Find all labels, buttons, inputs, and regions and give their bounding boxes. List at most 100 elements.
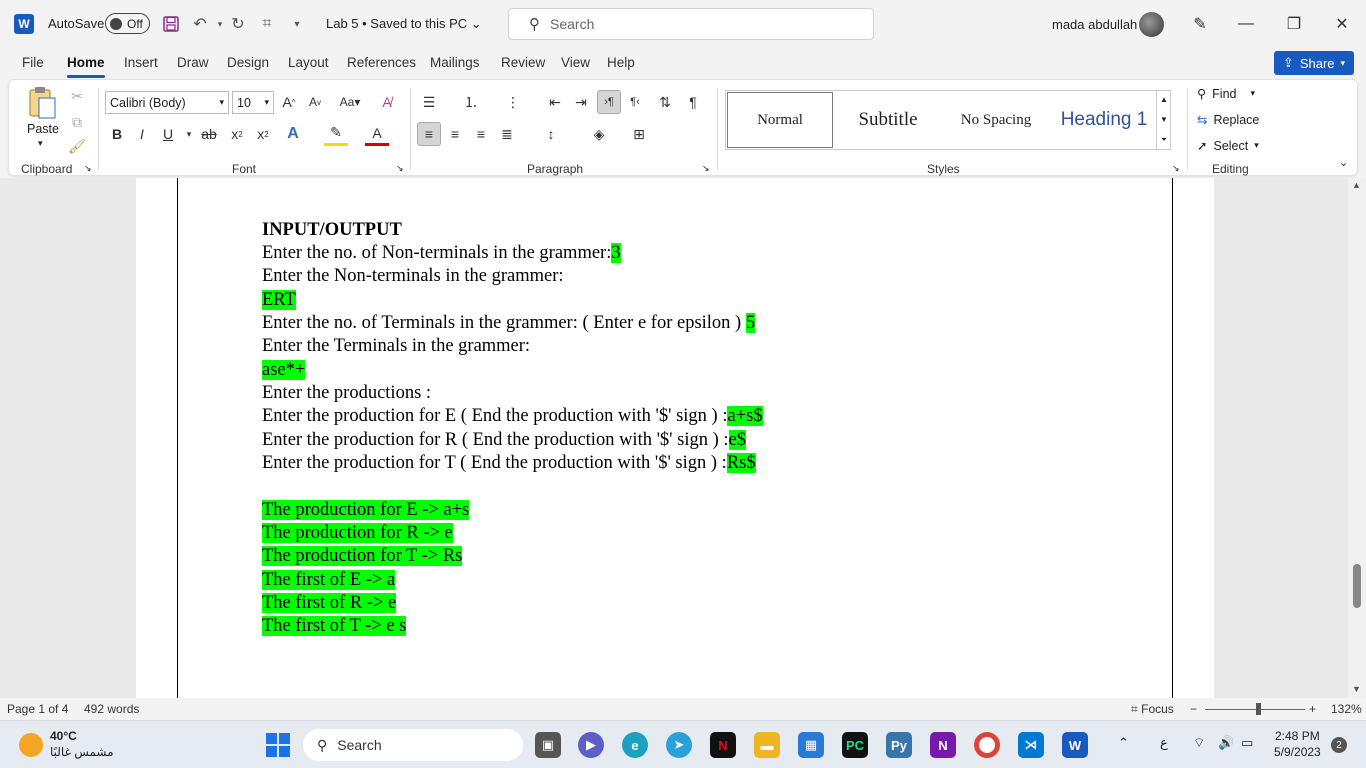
scroll-up-icon[interactable]: ▲ xyxy=(1352,180,1361,190)
align-center-icon[interactable]: ≡ xyxy=(443,122,467,146)
shrink-font-icon[interactable]: Av xyxy=(303,90,327,114)
tab-insert[interactable]: Insert xyxy=(124,55,158,70)
document-title[interactable]: Lab 5 • Saved to this PC ⌄ xyxy=(326,16,482,32)
superscript-icon[interactable]: x2 xyxy=(251,122,275,146)
weather-temp[interactable]: 40°C xyxy=(50,729,77,743)
word-count[interactable]: 492 words xyxy=(84,702,139,716)
autosave-toggle[interactable]: Off xyxy=(105,13,150,34)
onenote-icon[interactable]: N xyxy=(930,732,956,758)
highlight-color-icon[interactable]: ✎ xyxy=(324,122,348,146)
minimize-icon[interactable]: — xyxy=(1234,12,1258,36)
dialog-launcher-icon[interactable]: ↘ xyxy=(1172,163,1180,174)
more-styles-icon[interactable]: ⏷ xyxy=(1161,135,1167,145)
avatar[interactable] xyxy=(1139,12,1164,37)
undo-dropdown-icon[interactable]: ▾ xyxy=(210,14,230,34)
touch-mode-icon[interactable]: ⌗ xyxy=(257,14,277,34)
tab-references[interactable]: References xyxy=(347,55,416,70)
weather-sun-icon[interactable] xyxy=(19,733,43,757)
zoom-out-icon[interactable]: − xyxy=(1190,702,1197,716)
tab-draw[interactable]: Draw xyxy=(177,55,209,70)
select-button[interactable]: ➚ Select ▾ xyxy=(1197,138,1259,154)
strikethrough-icon[interactable]: ab xyxy=(197,122,221,146)
show-marks-icon[interactable]: ¶ xyxy=(681,90,705,114)
bullets-icon[interactable]: ☰ xyxy=(417,90,441,114)
italic-icon[interactable]: I xyxy=(130,122,154,146)
edge-icon[interactable]: e xyxy=(622,732,648,758)
ltr-direction-icon[interactable]: ›¶ xyxy=(597,90,621,114)
dialog-launcher-icon[interactable]: ↘ xyxy=(396,163,404,174)
dialog-launcher-icon[interactable]: ↘ xyxy=(702,163,710,174)
volume-icon[interactable]: 🔊 xyxy=(1218,735,1234,751)
multilevel-list-icon[interactable]: ⋮ xyxy=(501,90,525,114)
numbering-icon[interactable]: ⒈ xyxy=(459,90,483,114)
zoom-slider[interactable] xyxy=(1205,709,1305,710)
scroll-down-icon[interactable]: ▼ xyxy=(1352,684,1361,694)
battery-icon[interactable]: ▭ xyxy=(1241,735,1253,751)
paste-label[interactable]: Paste xyxy=(27,122,59,136)
share-button[interactable]: ⇪ Share ▾ xyxy=(1274,51,1354,75)
rtl-direction-icon[interactable]: ¶‹ xyxy=(623,90,647,114)
file-explorer-icon[interactable]: ▬ xyxy=(754,732,780,758)
vertical-scrollbar[interactable]: ▲ ▼ xyxy=(1348,178,1366,698)
font-size-combo[interactable]: 10 ▾ xyxy=(232,91,274,114)
search-box[interactable]: ⚲ Search xyxy=(508,8,874,40)
close-icon[interactable]: ✕ xyxy=(1330,12,1354,36)
clear-formatting-icon[interactable]: A̸ xyxy=(375,90,399,114)
tab-home[interactable]: Home xyxy=(67,55,105,78)
netflix-icon[interactable]: N xyxy=(710,732,736,758)
clock-date[interactable]: 5/9/2023 xyxy=(1274,745,1321,759)
save-icon[interactable] xyxy=(161,14,181,34)
styles-scroll[interactable]: ▲ ▼ ⏷ xyxy=(1156,90,1171,150)
taskbar-search[interactable]: ⚲ Search xyxy=(303,729,523,761)
word-taskbar-icon[interactable]: W xyxy=(1062,732,1088,758)
borders-icon[interactable]: ⊞ xyxy=(627,122,651,146)
page-indicator[interactable]: Page 1 of 4 xyxy=(7,702,68,716)
font-color-icon[interactable]: A xyxy=(365,122,389,146)
replace-button[interactable]: ⇆ Replace xyxy=(1197,112,1259,128)
line-spacing-icon[interactable]: ↕ xyxy=(539,122,563,146)
text-effects-icon[interactable]: A xyxy=(281,122,305,146)
tab-review[interactable]: Review xyxy=(501,55,545,70)
page[interactable]: INPUT/OUTPUT Enter the no. of Non-termin… xyxy=(136,178,1214,698)
tab-file[interactable]: File xyxy=(22,55,44,70)
python-icon[interactable]: Py xyxy=(886,732,912,758)
redo-icon[interactable]: ↻ xyxy=(228,14,248,34)
justify-icon[interactable]: ≣ xyxy=(495,122,519,146)
paste-icon[interactable] xyxy=(27,86,57,120)
tab-layout[interactable]: Layout xyxy=(288,55,329,70)
user-name[interactable]: mada abdullah xyxy=(1052,17,1137,32)
scroll-up-icon[interactable]: ▲ xyxy=(1160,95,1168,104)
store-icon[interactable]: ▦ xyxy=(798,732,824,758)
bold-icon[interactable]: B xyxy=(105,122,129,146)
chrome-icon[interactable] xyxy=(974,732,1000,758)
dialog-launcher-icon[interactable]: ↘ xyxy=(84,163,92,174)
tab-mailings[interactable]: Mailings xyxy=(430,55,480,70)
format-painter-icon[interactable]: 🖌 xyxy=(65,134,89,158)
wifi-icon[interactable]: ⌔ xyxy=(1193,735,1205,751)
vscode-icon[interactable]: ⋊ xyxy=(1018,732,1044,758)
style-heading-1[interactable]: Heading 1 xyxy=(1051,92,1157,148)
find-button[interactable]: ⚲ Find ▾ xyxy=(1197,86,1255,102)
tab-design[interactable]: Design xyxy=(227,55,269,70)
telegram-icon[interactable]: ➤ xyxy=(666,732,692,758)
style-normal[interactable]: Normal xyxy=(727,92,833,148)
restore-icon[interactable]: ❐ xyxy=(1282,12,1306,36)
zoom-level[interactable]: 132% xyxy=(1331,702,1362,716)
align-right-icon[interactable]: ≡ xyxy=(469,122,493,146)
change-case-icon[interactable]: Aa▾ xyxy=(335,90,365,114)
subscript-icon[interactable]: x2 xyxy=(225,122,249,146)
task-view-icon[interactable]: ▣ xyxy=(535,732,561,758)
grow-font-icon[interactable]: A ^ xyxy=(277,90,301,114)
notification-badge[interactable]: 2 xyxy=(1331,737,1347,753)
pycharm-icon[interactable]: PC xyxy=(842,732,868,758)
designer-pen-icon[interactable]: ✎ xyxy=(1188,12,1212,36)
undo-icon[interactable]: ↶ xyxy=(190,14,210,34)
copy-icon[interactable]: ⧉ xyxy=(65,110,89,134)
paste-dropdown-icon[interactable]: ▾ xyxy=(38,138,43,149)
decrease-indent-icon[interactable]: ⇤ xyxy=(543,90,567,114)
style-no-spacing[interactable]: No Spacing xyxy=(943,92,1049,148)
tab-help[interactable]: Help xyxy=(607,55,635,70)
customize-qat-icon[interactable]: ▾ xyxy=(287,14,307,34)
increase-indent-icon[interactable]: ⇥ xyxy=(569,90,593,114)
scroll-down-icon[interactable]: ▼ xyxy=(1160,115,1168,124)
